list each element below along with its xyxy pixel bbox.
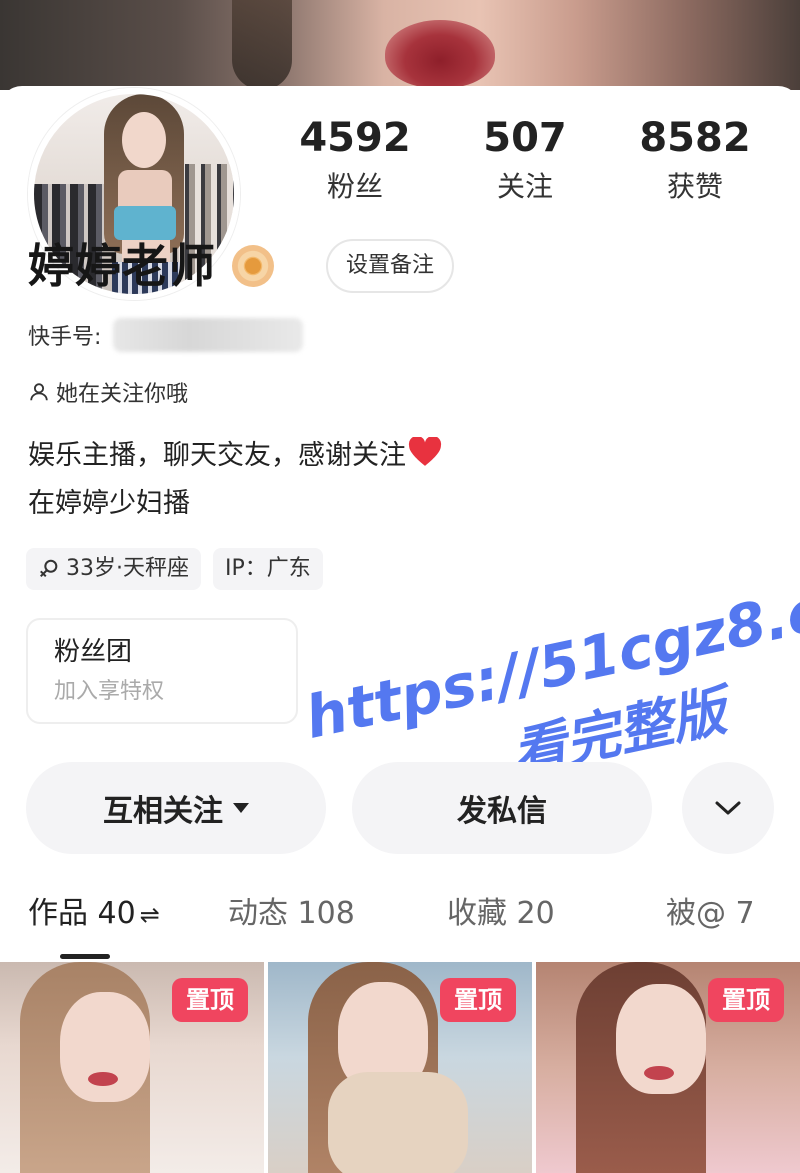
swap-icon[interactable]: ⇌ [140,901,160,929]
more-button[interactable] [682,762,774,854]
profile-card: 4592 粉丝 507 关注 8582 获赞 婷婷老师 设置备注 快手号: 她在… [0,86,800,1173]
stat-following[interactable]: 507 关注 [440,114,610,206]
tab-moments[interactable]: 动态 108 [228,892,355,936]
watermark-overlay: https://51cgz8.com 看完整版 [275,510,800,795]
female-icon [40,559,58,578]
action-buttons: 互相关注 发私信 [26,762,774,854]
stat-value: 8582 [639,115,751,161]
work-thumbnail[interactable]: 置顶 [536,962,800,1173]
stat-value: 507 [483,115,567,161]
tab-mentions[interactable]: 被@ 7 [666,892,755,936]
name-row: 婷婷老师 设置备注 [28,236,455,296]
send-message-button[interactable]: 发私信 [352,762,652,854]
age-tag-text: 33岁·天秤座 [66,556,189,581]
profile-name: 婷婷老师 [28,239,216,293]
bio-line-1: 娱乐主播，聊天交友，感谢关注 [28,432,442,480]
stat-fans[interactable]: 4592 粉丝 [270,114,440,206]
tab-works-label: 作品 40 [28,896,136,931]
tags-row: 33岁·天秤座 IP：广东 [26,548,335,590]
stat-label: 获赞 [666,170,723,203]
mutual-follow-button[interactable]: 互相关注 [26,762,326,854]
bio-line-2: 在婷婷少妇播 [28,488,190,519]
ip-tag[interactable]: IP：广东 [213,548,323,590]
tab-active-indicator [60,954,110,959]
stat-likes[interactable]: 8582 获赞 [610,114,780,206]
send-message-label: 发私信 [457,794,547,829]
stat-label: 粉丝 [326,170,383,203]
chevron-down-icon [715,801,741,815]
age-tag[interactable]: 33岁·天秤座 [26,548,201,590]
fan-group-card[interactable]: 粉丝团 加入享特权 [26,618,298,724]
fan-group-subtitle: 加入享特权 [54,679,165,704]
works-grid: 置顶 置顶 置顶 [0,962,800,1173]
stats-row: 4592 粉丝 507 关注 8582 获赞 [270,114,780,206]
pinned-badge: 置顶 [708,978,784,1022]
heart-icon [408,437,442,466]
pinned-badge: 置顶 [440,978,516,1022]
mutual-follow-label: 互相关注 [103,794,223,829]
stat-value: 4592 [299,115,411,161]
work-thumbnail[interactable]: 置顶 [268,962,532,1173]
set-remark-button[interactable]: 设置备注 [326,239,455,293]
verified-badge-icon[interactable] [232,245,274,287]
work-thumbnail[interactable]: 置顶 [0,962,264,1173]
kuaishou-id-value-blurred[interactable] [113,318,304,352]
watermark-url: https://51cgz8.com [299,555,800,752]
follows-you-row: 她在关注你哦 [28,376,188,408]
bio: 娱乐主播，聊天交友，感谢关注 在婷婷少妇播 [28,432,442,528]
stat-label: 关注 [496,170,553,203]
bio-line-1-text: 娱乐主播，聊天交友，感谢关注 [28,440,406,471]
tab-works[interactable]: 作品 40 ⇌ [28,892,160,937]
fan-group-title: 粉丝团 [54,637,133,667]
content-tabs: 作品 40 ⇌ 动态 108 收藏 20 被@ 7 [0,892,800,959]
kuaishou-id-row: 快手号: [28,318,304,352]
follows-you-text: 她在关注你哦 [56,382,189,407]
kuaishou-id-label: 快手号: [28,325,102,350]
ip-tag-text: IP：广东 [225,556,311,581]
cover-image [0,0,800,90]
person-icon [30,383,48,401]
tab-favorites[interactable]: 收藏 20 [447,892,555,936]
caret-down-icon [233,803,249,813]
pinned-badge: 置顶 [172,978,248,1022]
